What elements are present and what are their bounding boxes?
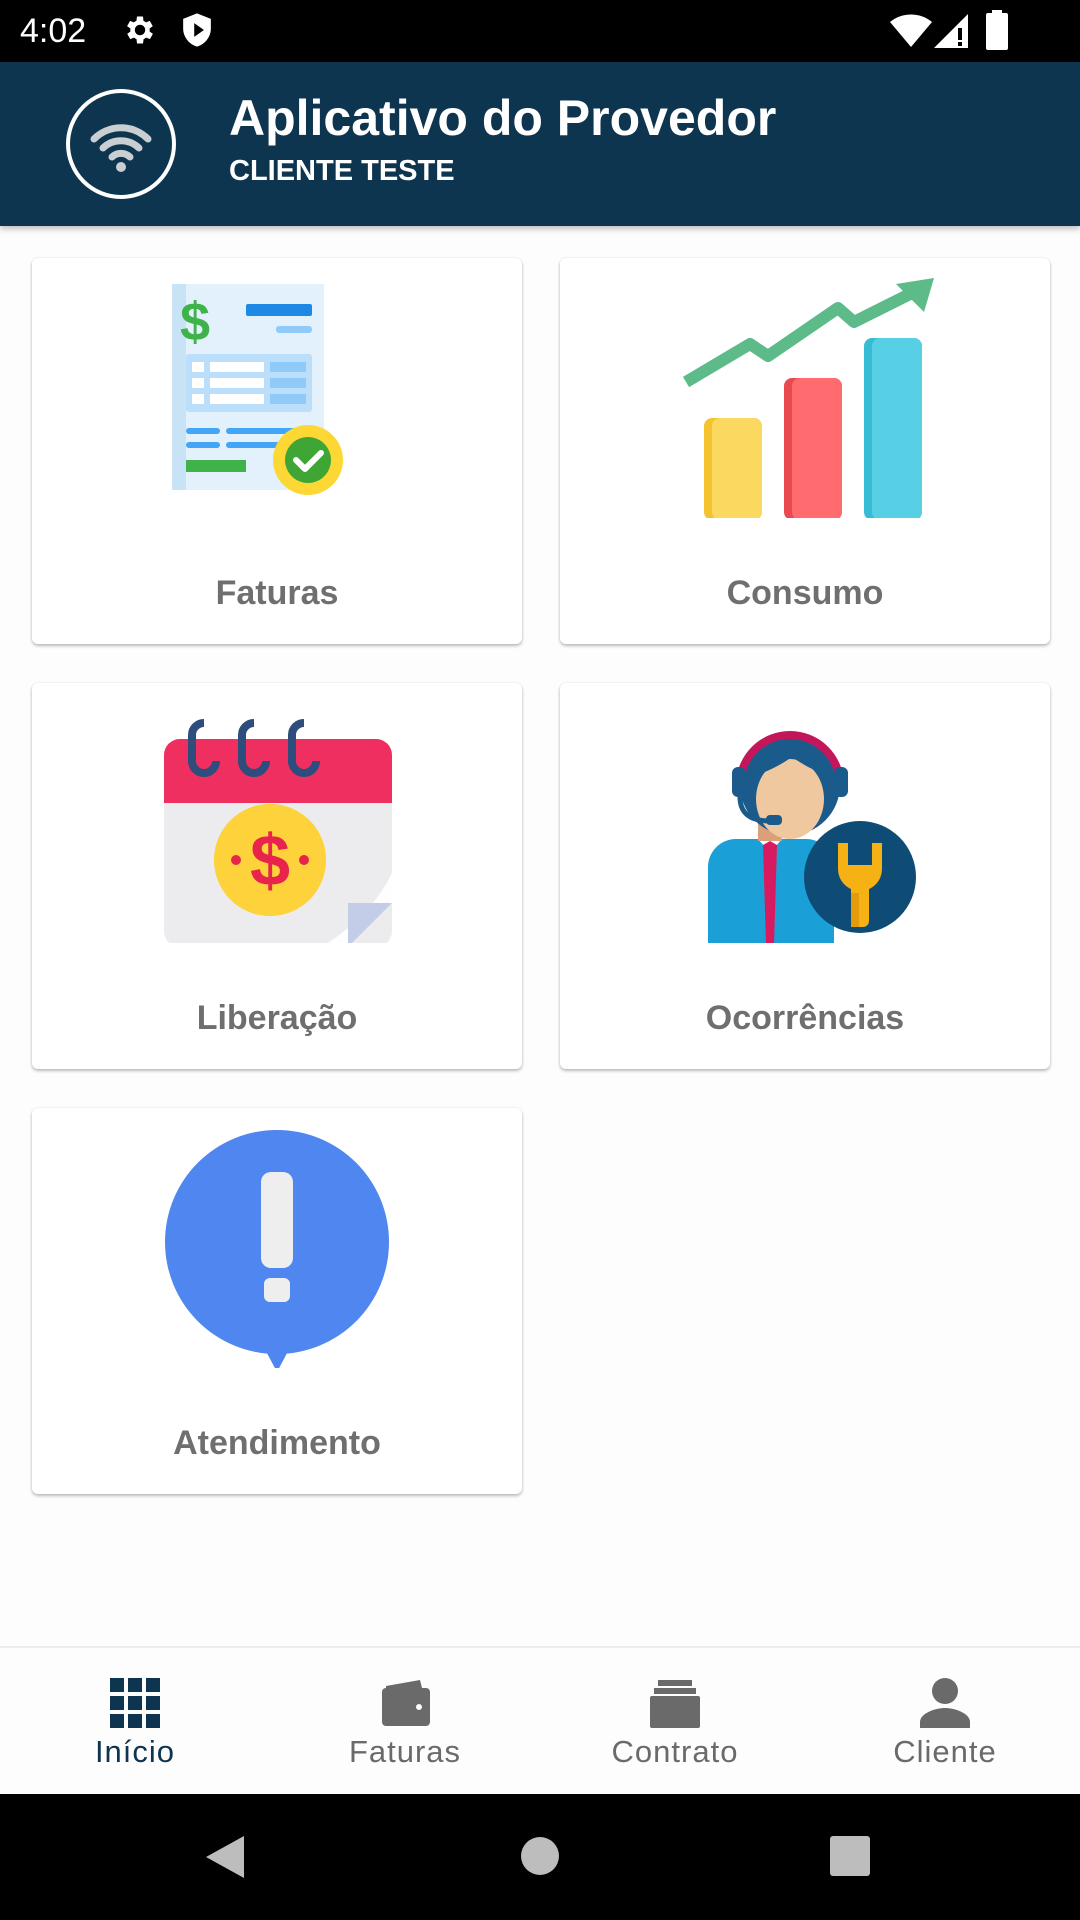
card-faturas[interactable]: $ Faturas	[32, 258, 522, 644]
wifi-icon	[890, 14, 932, 53]
card-label: Liberação	[196, 999, 358, 1037]
nav-item-faturas[interactable]: Faturas	[270, 1648, 540, 1796]
card-label: Consumo	[726, 574, 884, 612]
status-time: 4:02	[20, 12, 87, 50]
archive-icon	[650, 1680, 700, 1728]
card-label: Faturas	[215, 574, 339, 612]
back-icon[interactable]	[204, 1834, 246, 1880]
bottom-nav: Início Faturas Contrato Cliente	[0, 1646, 1080, 1796]
nav-label: Cliente	[893, 1734, 997, 1769]
battery-icon	[986, 10, 1008, 55]
nav-item-contrato[interactable]: Contrato	[540, 1648, 810, 1796]
nav-item-inicio[interactable]: Início	[0, 1648, 270, 1796]
card-label: Ocorrências	[705, 999, 905, 1037]
signal-icon	[934, 14, 968, 53]
nav-label: Faturas	[348, 1734, 462, 1769]
wallet-icon	[382, 1680, 430, 1726]
person-icon	[920, 1678, 970, 1728]
svg-text:$: $	[180, 292, 210, 352]
gear-icon	[122, 12, 158, 53]
shield-icon	[180, 12, 214, 53]
card-ocorrencias[interactable]: Ocorrências	[560, 683, 1050, 1069]
card-consumo[interactable]: Consumo	[560, 258, 1050, 644]
app-subtitle: CLIENTE TESTE	[229, 155, 455, 187]
grid-icon	[110, 1678, 160, 1728]
app-header: Aplicativo do Provedor CLIENTE TESTE	[0, 62, 1080, 226]
support-agent-icon	[560, 703, 1050, 945]
svg-text:$: $	[250, 821, 290, 901]
bar-chart-icon	[560, 278, 1050, 520]
card-liberacao[interactable]: $ Liberação	[32, 683, 522, 1069]
home-icon[interactable]	[520, 1836, 560, 1876]
status-bar: 4:02	[0, 0, 1080, 62]
nav-label: Início	[94, 1734, 176, 1769]
logo-wifi-icon	[66, 89, 176, 199]
app-title: Aplicativo do Provedor	[229, 90, 777, 146]
nav-label: Contrato	[611, 1734, 739, 1769]
alert-bubble-icon	[32, 1128, 522, 1372]
nav-item-cliente[interactable]: Cliente	[810, 1648, 1080, 1796]
invoice-icon: $	[32, 278, 522, 518]
card-label: Atendimento	[173, 1424, 381, 1462]
system-nav-bar	[0, 1794, 1080, 1920]
calendar-dollar-icon: $	[32, 703, 522, 947]
recents-icon[interactable]	[830, 1836, 870, 1876]
card-atendimento[interactable]: Atendimento	[32, 1108, 522, 1494]
